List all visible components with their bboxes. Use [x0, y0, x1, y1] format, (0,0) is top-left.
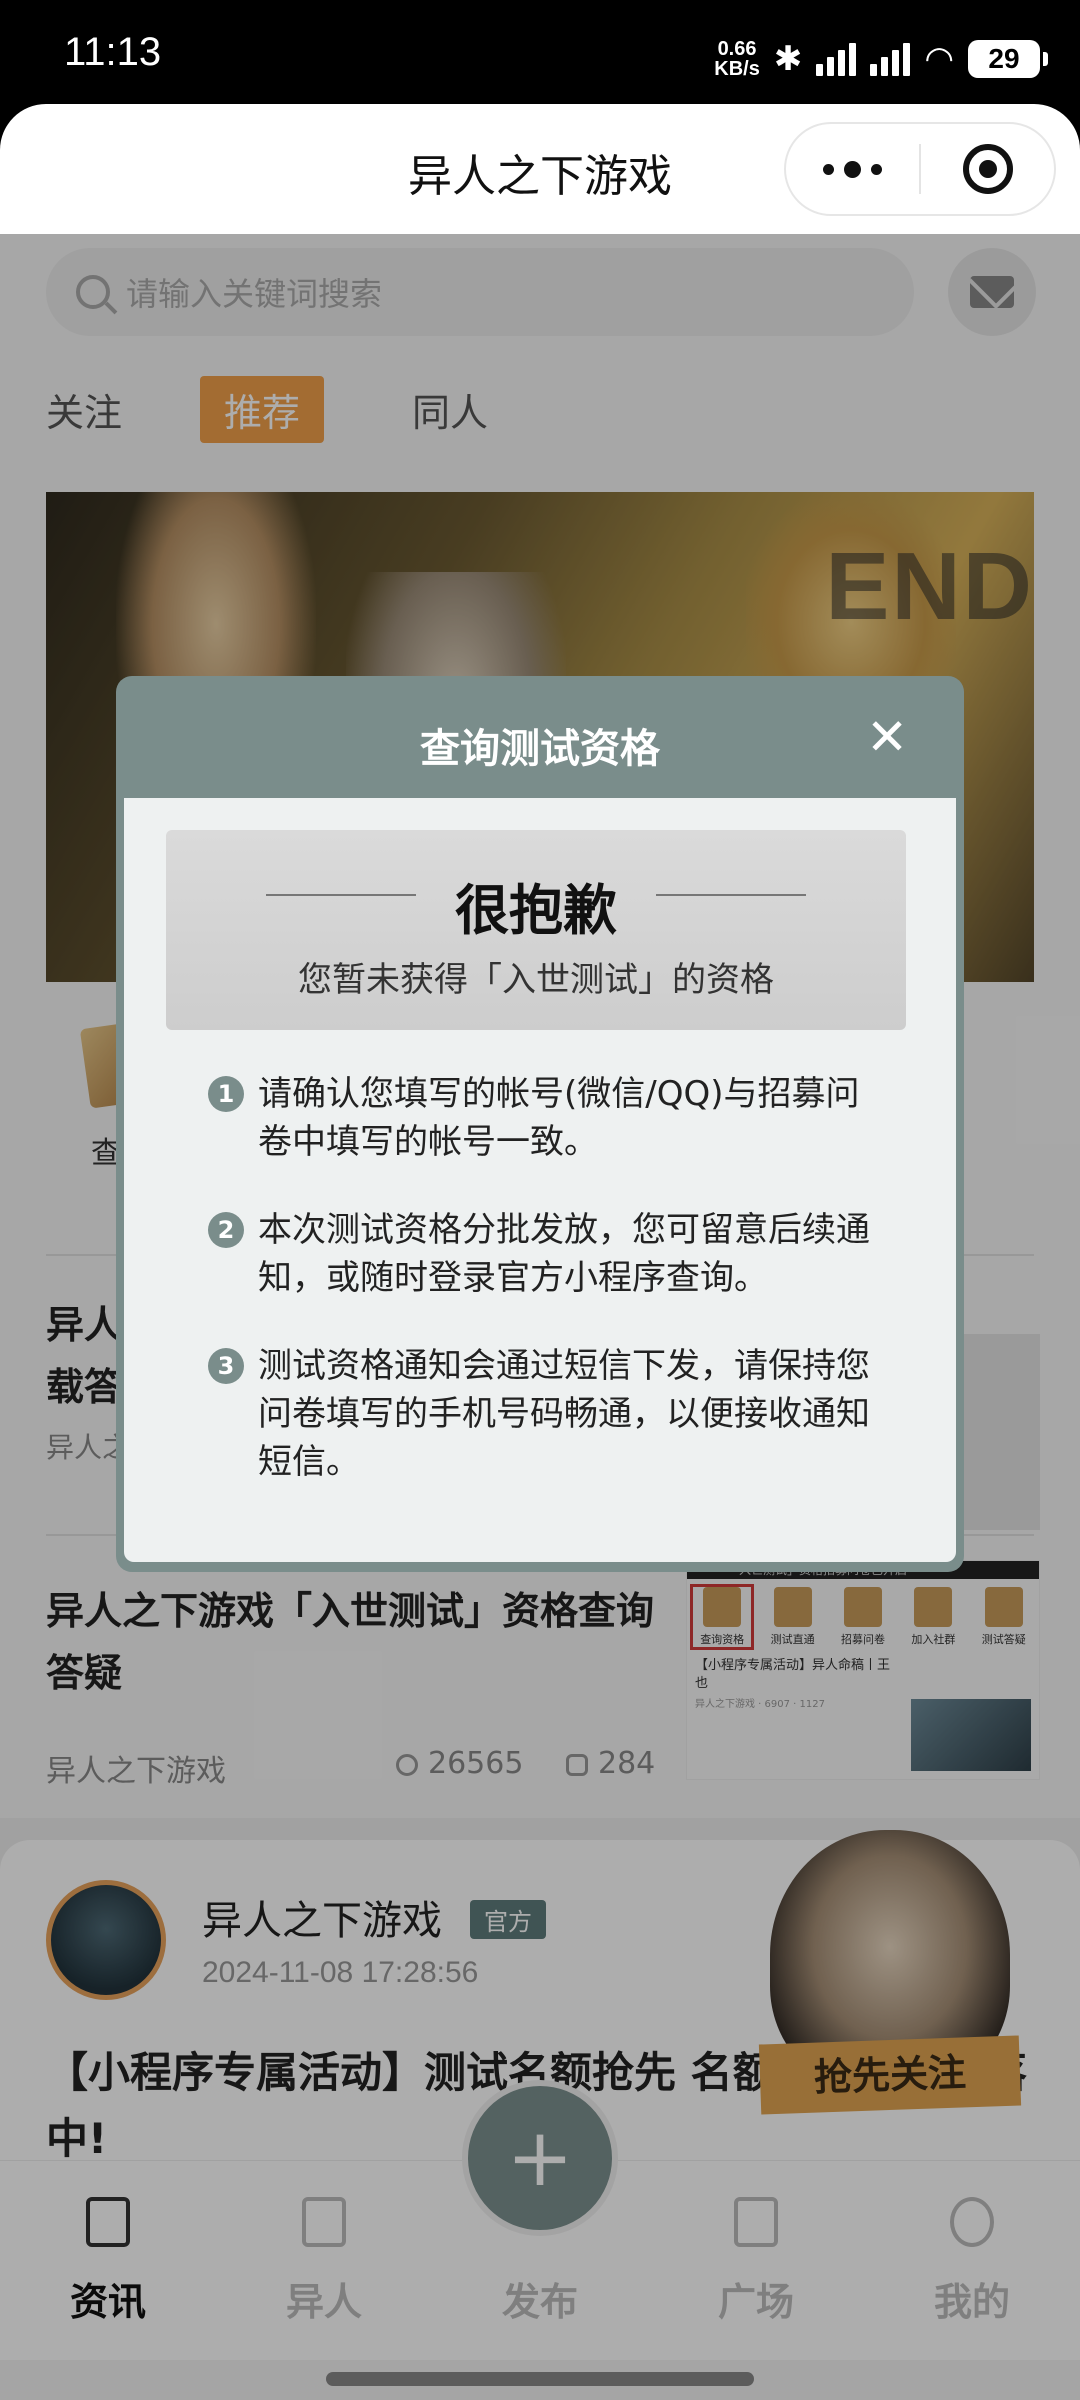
- network-speed: 0.66 KB/s: [714, 39, 760, 79]
- result-subtitle: 您暂未获得「入世测试」的资格: [298, 960, 774, 1000]
- qualification-dialog: 查询测试资格 ✕ 很抱歉 您暂未获得「入世测试」的资格 1 请确认您填写的帐号(…: [116, 676, 964, 1572]
- signal-icon: [816, 42, 857, 76]
- mini-program-capsule: [784, 122, 1056, 216]
- target-icon: [962, 144, 1013, 194]
- signal-icon-2: [870, 42, 911, 76]
- close-icon[interactable]: ✕: [866, 712, 908, 762]
- result-heading: 很抱歉: [455, 879, 617, 942]
- status-bar: 11:13 0.66 KB/s ✱ ◠ 29: [0, 0, 1080, 110]
- network-speed-value: 0.66: [717, 38, 757, 60]
- notice-text: 请确认您填写的帐号(微信/QQ)与招募问卷中填写的帐号一致。: [258, 1074, 860, 1162]
- wifi-icon: ◠: [924, 39, 954, 79]
- number-badge: 2: [208, 1212, 244, 1248]
- bluetooth-icon: ✱: [773, 39, 803, 79]
- status-time: 11:13: [64, 30, 162, 74]
- dialog-title: 查询测试资格: [420, 726, 660, 772]
- notice-item: 2 本次测试资格分批发放，您可留意后续通知，或随时登录官方小程序查询。: [208, 1206, 888, 1302]
- network-speed-unit: KB/s: [714, 58, 760, 80]
- decor-line-right: [656, 894, 806, 896]
- status-icons: 0.66 KB/s ✱ ◠ 29: [714, 34, 1048, 84]
- battery-icon: 29: [968, 40, 1048, 78]
- title-bar: 异人之下游戏: [0, 104, 1080, 234]
- notice-text: 本次测试资格分批发放，您可留意后续通知，或随时登录官方小程序查询。: [258, 1210, 870, 1298]
- notice-item: 1 请确认您填写的帐号(微信/QQ)与招募问卷中填写的帐号一致。: [208, 1070, 888, 1166]
- number-badge: 3: [208, 1348, 244, 1384]
- dialog-body: 很抱歉 您暂未获得「入世测试」的资格 1 请确认您填写的帐号(微信/QQ)与招募…: [124, 798, 956, 1562]
- notice-text: 测试资格通知会通过短信下发，请保持您问卷填写的手机号码畅通，以便接收通知短信。: [258, 1346, 870, 1482]
- close-program-button[interactable]: [921, 144, 1054, 194]
- more-options-button[interactable]: [786, 160, 919, 178]
- notice-list: 1 请确认您填写的帐号(微信/QQ)与招募问卷中填写的帐号一致。 2 本次测试资…: [208, 1070, 888, 1526]
- notice-item: 3 测试资格通知会通过短信下发，请保持您问卷填写的手机号码畅通，以便接收通知短信…: [208, 1342, 888, 1486]
- result-banner: 很抱歉 您暂未获得「入世测试」的资格: [166, 830, 906, 1030]
- number-badge: 1: [208, 1076, 244, 1112]
